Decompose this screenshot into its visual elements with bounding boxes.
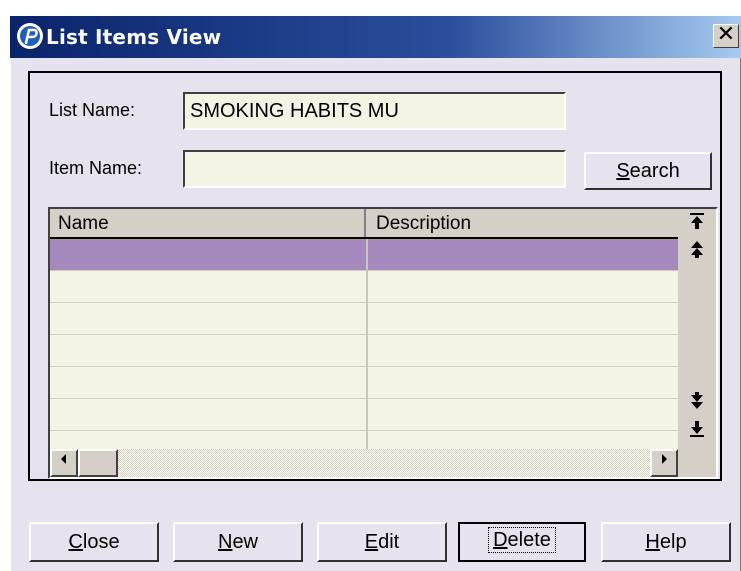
search-button-label: earch [629, 160, 680, 182]
arrow-bottom-icon [690, 421, 704, 437]
scrollbar-corner [678, 449, 716, 477]
scroll-left-icon [61, 454, 66, 464]
column-divider [366, 239, 368, 449]
table-row[interactable] [50, 239, 678, 271]
list-name-field[interactable]: SMOKING HABITS MU [183, 92, 566, 130]
delete-button-label: elete [507, 529, 551, 551]
scroll-right-icon [662, 454, 667, 464]
edit-button-accel: E [364, 531, 379, 553]
search-button-accel: S [616, 160, 630, 182]
column-header-description[interactable]: Description [368, 209, 678, 237]
window-title: List Items View [46, 25, 222, 49]
new-button-label: ew [232, 531, 259, 553]
scroll-to-top-button[interactable] [678, 211, 716, 235]
close-button[interactable]: Close [29, 522, 159, 562]
horizontal-scrollbar[interactable] [50, 449, 678, 477]
double-arrow-up-icon [691, 241, 703, 258]
app-logo-icon [17, 23, 43, 49]
help-button-label: elp [659, 531, 687, 553]
table-row[interactable] [50, 399, 678, 431]
table-row[interactable] [50, 303, 678, 335]
page-down-button[interactable] [678, 391, 716, 415]
edit-button[interactable]: Edit [317, 522, 447, 562]
close-button-label: lose [82, 531, 120, 553]
item-name-label: Item Name: [49, 158, 143, 178]
scroll-right-button[interactable] [650, 449, 678, 477]
horizontal-scroll-thumb[interactable] [78, 449, 118, 477]
close-icon: ✕ [716, 22, 736, 47]
edit-button-label: dit [378, 531, 400, 553]
table-row[interactable] [50, 335, 678, 367]
page-up-button[interactable] [678, 239, 716, 263]
help-button[interactable]: Help [601, 522, 731, 562]
vertical-scrollbar[interactable] [678, 209, 716, 449]
new-button-accel: N [217, 531, 233, 553]
delete-focus-rect: Delete [488, 527, 556, 553]
title-bar: List Items View ✕ [10, 16, 741, 58]
table-row[interactable] [50, 367, 678, 399]
new-button[interactable]: New [173, 522, 303, 562]
delete-button[interactable]: Delete [458, 522, 586, 562]
items-grid[interactable]: Name Description [48, 207, 718, 479]
scroll-left-button[interactable] [50, 449, 78, 477]
search-button[interactable]: Search [584, 152, 712, 190]
scroll-to-bottom-button[interactable] [678, 419, 716, 443]
list-name-label: List Name: [49, 100, 136, 120]
window-close-button[interactable]: ✕ [713, 24, 739, 48]
column-header-name[interactable]: Name [50, 209, 366, 237]
double-arrow-down-icon [691, 392, 703, 409]
item-name-field[interactable] [183, 150, 566, 188]
grid-header: Name Description [50, 209, 678, 239]
table-row-partial [50, 431, 678, 449]
arrow-top-icon [690, 213, 704, 229]
close-button-accel: C [68, 531, 83, 553]
table-row[interactable] [50, 271, 678, 303]
delete-button-accel: D [493, 529, 508, 551]
help-button-accel: H [645, 531, 660, 553]
